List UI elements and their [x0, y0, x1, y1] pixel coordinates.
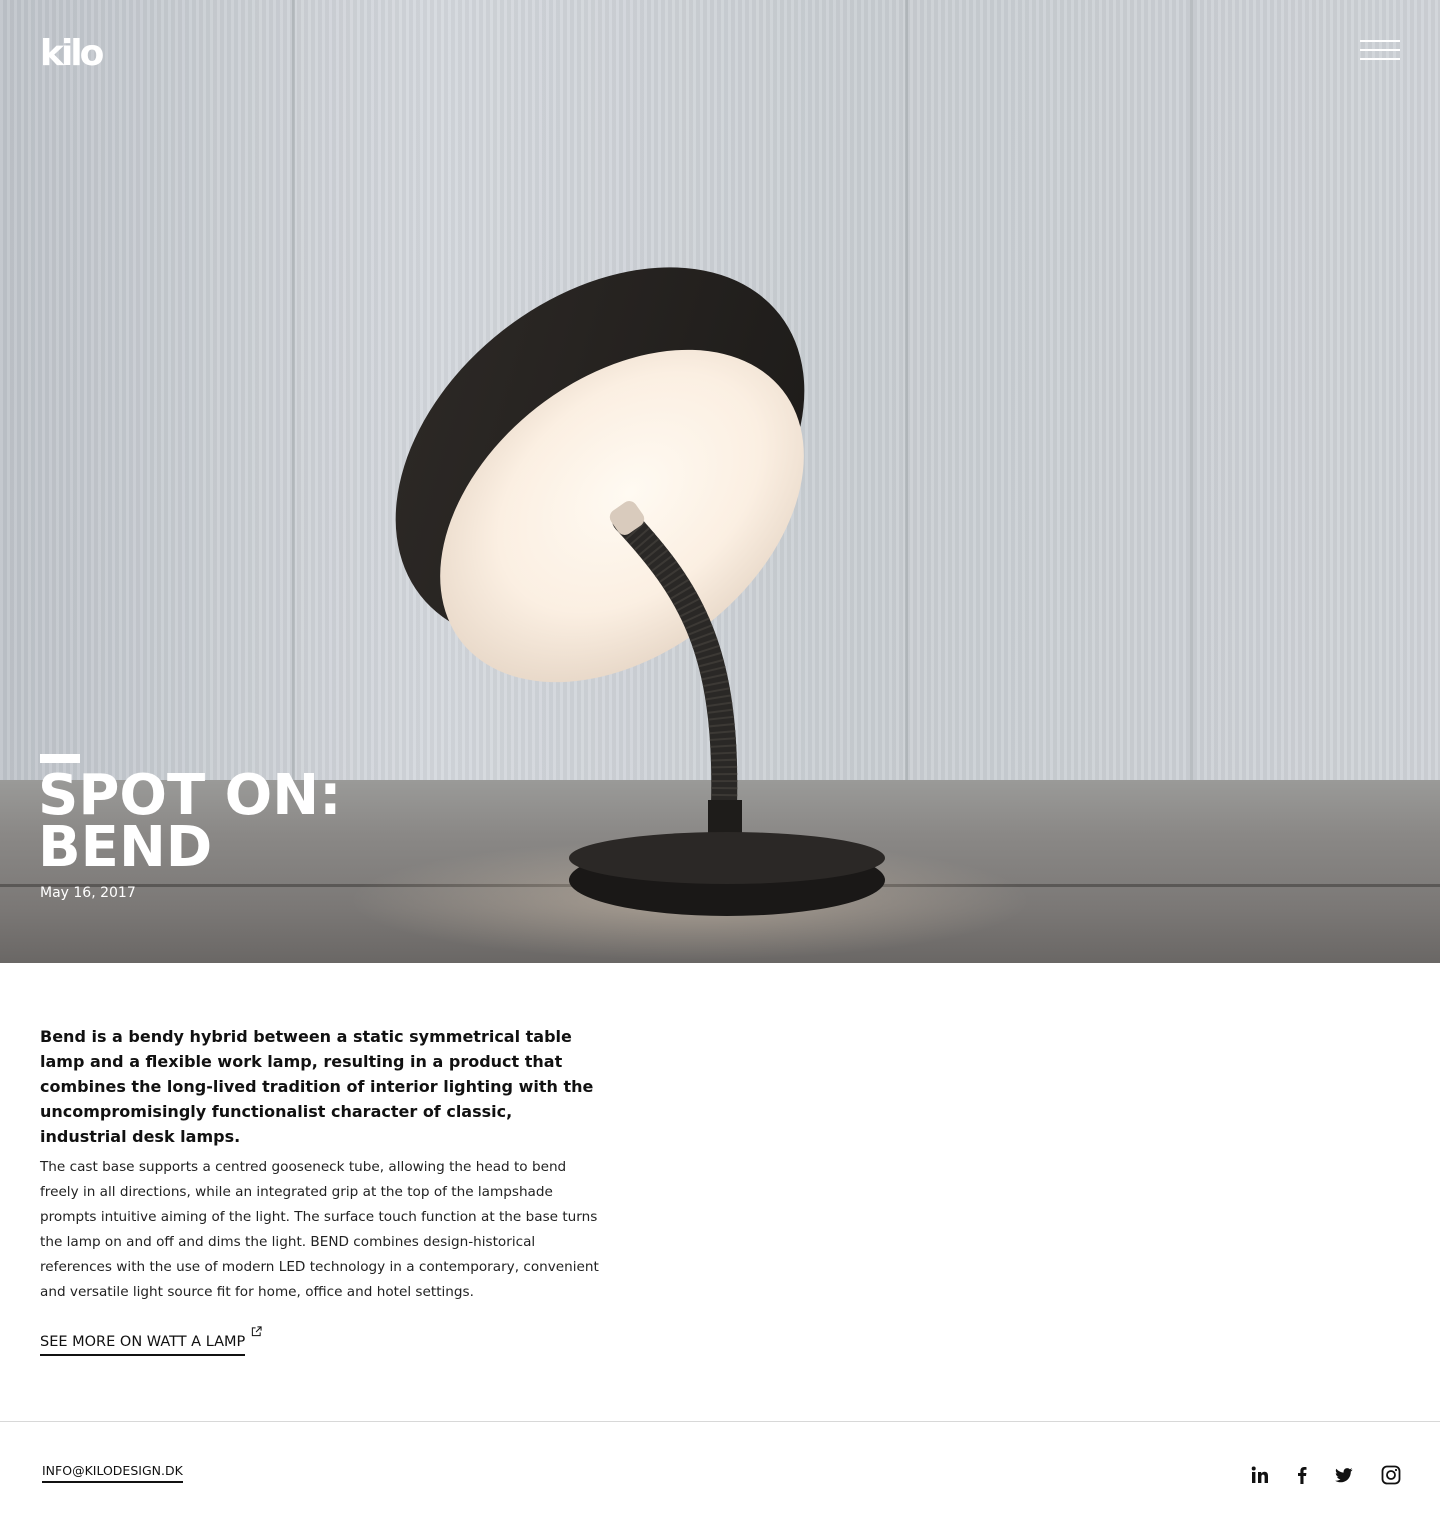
title-accent-bar	[40, 754, 80, 763]
hero-section: kilo SPOT ON: BEND May 16, 2017	[0, 0, 1440, 963]
twitter-icon[interactable]	[1333, 1464, 1355, 1486]
email-link[interactable]: INFO@KILODESIGN.DK	[42, 1463, 183, 1483]
post-date: May 16, 2017	[40, 885, 136, 901]
footer-divider	[0, 1421, 1440, 1422]
page-title: SPOT ON: BEND	[38, 768, 538, 880]
article-intro: Bend is a bendy hybrid between a static …	[40, 1027, 594, 1146]
facebook-icon[interactable]	[1291, 1464, 1313, 1486]
see-more-link[interactable]: SEE MORE ON WATT A LAMP	[40, 1334, 246, 1356]
kilo-logo[interactable]: kilo	[40, 36, 104, 72]
linkedin-icon[interactable]	[1249, 1464, 1271, 1486]
external-link-icon	[251, 1326, 262, 1337]
article-body: The cast base supports a centred goosene…	[40, 1159, 599, 1300]
hamburger-menu-icon[interactable]	[1360, 40, 1400, 60]
instagram-icon[interactable]	[1380, 1464, 1402, 1486]
page-title-line-2: BEND	[38, 815, 213, 880]
